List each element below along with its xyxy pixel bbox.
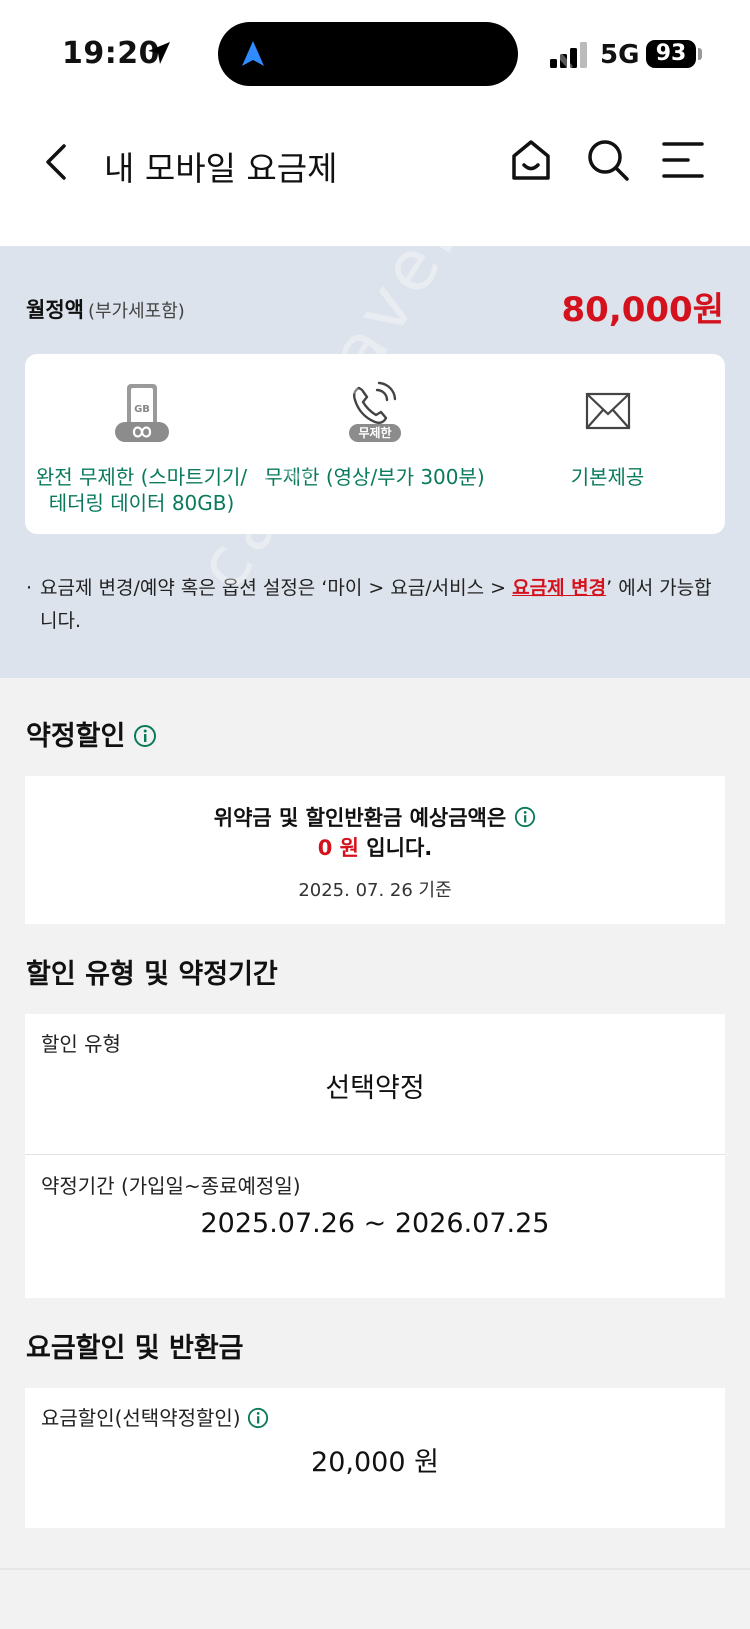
- feature-sms: 기본제공: [491, 354, 724, 534]
- chevron-left-icon[interactable]: [40, 140, 72, 184]
- feature-voice-line1: 무제한 (영상/부가 300분): [264, 465, 485, 489]
- feature-data: GB 완전 무제한 (스마트기기/ 테더링 데이터 80GB): [25, 354, 258, 534]
- navigation-arrow-icon: [242, 41, 264, 66]
- search-icon[interactable]: [586, 138, 630, 182]
- location-arrow-icon: [148, 42, 170, 64]
- contract-title: 약정할인: [26, 721, 126, 752]
- contract-period-value: 2025.07.26 ~ 2026.07.25: [200, 1208, 550, 1239]
- bottom-separator: [0, 1568, 750, 1570]
- monthly-fee-label: 월정액 (부가세포함): [26, 294, 185, 324]
- penalty-text: 위약금 및 할인반환금 예상금액은: [213, 806, 507, 830]
- contract-section-title: 약정할인: [26, 714, 157, 753]
- feature-sms-text: 기본제공: [491, 464, 724, 490]
- battery-tip: [698, 48, 702, 60]
- plan-summary: 월정액 (부가세포함) 80,000원 GB 완전 무제한 (스마트기기/ 테더링…: [0, 246, 750, 678]
- plan-change-notice: · 요금제 변경/예약 혹은 옵션 설정은 ‘마이 > 요금/서비스 > 요금제…: [26, 572, 726, 638]
- penalty-line1: 위약금 및 할인반환금 예상금액은: [25, 802, 725, 832]
- contract-period-label: 약정기간 (가입일~종료예정일): [41, 1174, 301, 1198]
- monthly-fee-sub: (부가세포함): [87, 301, 185, 322]
- monthly-fee-title: 월정액: [26, 298, 84, 322]
- status-bar: 19:20 5G 93: [0, 0, 750, 100]
- penalty-suffix: 입니다.: [359, 836, 433, 860]
- page-header: 내 모바일 요금제: [0, 100, 750, 246]
- penalty-amount: 0 원: [317, 836, 359, 860]
- refund-label: 요금할인(선택약정할인): [41, 1406, 241, 1430]
- discount-type-label: 할인 유형: [41, 1032, 121, 1056]
- menu-icon[interactable]: [662, 140, 704, 180]
- network-type: 5G: [600, 40, 640, 70]
- plan-change-link[interactable]: 요금제 변경: [512, 577, 606, 599]
- page-title: 내 모바일 요금제: [104, 149, 338, 188]
- discount-type-card: 할인 유형 선택약정 약정기간 (가입일~종료예정일) 2025.07.26 ~…: [25, 1014, 725, 1298]
- mail-icon: [585, 392, 630, 430]
- signal-strength-icon: [550, 42, 587, 68]
- notice-bullet: ·: [26, 577, 33, 599]
- feature-voice: 무제한 무제한 (영상/부가 300분): [258, 354, 491, 534]
- plan-features-card: GB 완전 무제한 (스마트기기/ 테더링 데이터 80GB) 무제한 무제한 …: [25, 354, 725, 534]
- refund-label-row: 요금할인(선택약정할인): [41, 1402, 269, 1431]
- refund-section-title: 요금할인 및 반환금: [26, 1333, 244, 1364]
- monthly-fee-amount: 80,000원: [561, 290, 724, 330]
- card-divider: [25, 1154, 725, 1155]
- refund-value: 20,000 원: [311, 1447, 439, 1478]
- notice-text-pre: 요금제 변경/예약 혹은 옵션 설정은 ‘마이 > 요금/서비스 >: [40, 577, 513, 599]
- feature-data-text: 완전 무제한 (스마트기기/ 테더링 데이터 80GB): [25, 464, 258, 516]
- penalty-card: 위약금 및 할인반환금 예상금액은 0 원 입니다. 2025. 07. 26 …: [25, 776, 725, 924]
- info-icon[interactable]: [133, 724, 157, 748]
- dynamic-island: [218, 22, 518, 86]
- discount-type-section-title: 할인 유형 및 약정기간: [26, 959, 278, 990]
- home-icon[interactable]: [510, 138, 552, 182]
- penalty-line2: 0 원 입니다.: [25, 832, 725, 862]
- data-badge: GB: [134, 404, 150, 415]
- discount-type-value: 선택약정: [325, 1073, 425, 1104]
- feature-data-line1: 완전 무제한 (스마트기기/: [35, 465, 248, 489]
- refund-card: 요금할인(선택약정할인) 20,000 원: [25, 1388, 725, 1528]
- call-unlimited-icon: 무제한: [348, 381, 401, 442]
- data-unlimited-icon: GB: [114, 384, 169, 442]
- info-icon[interactable]: [247, 1407, 269, 1429]
- battery-level: 93: [646, 40, 696, 68]
- info-icon[interactable]: [514, 806, 536, 828]
- feature-voice-text: 무제한 (영상/부가 300분): [258, 464, 491, 490]
- call-badge: 무제한: [358, 425, 391, 440]
- feature-data-line2: 테더링 데이터 80GB): [48, 491, 235, 515]
- feature-sms-line1: 기본제공: [570, 465, 645, 489]
- penalty-date: 2025. 07. 26 기준: [298, 880, 452, 901]
